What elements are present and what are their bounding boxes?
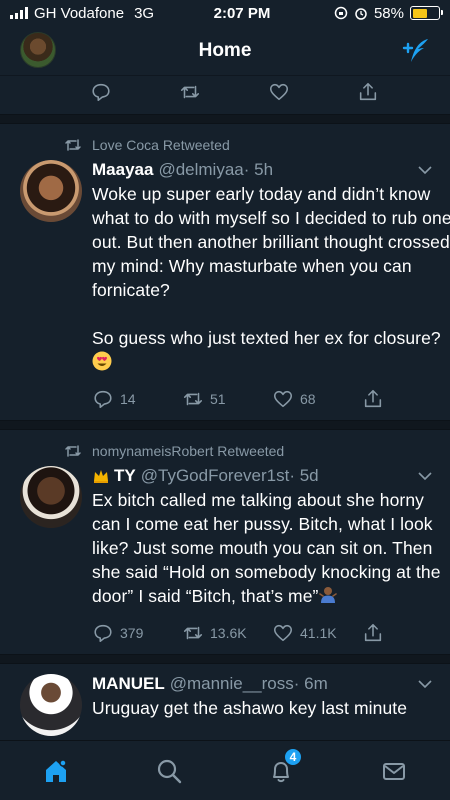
reply-count: 379	[120, 625, 144, 641]
previous-tweet-actions	[0, 78, 450, 106]
retweet-small-icon	[65, 445, 81, 457]
tweet-text-content: Woke up super early today and didn’t kno…	[92, 184, 450, 348]
heart-eyes-emoji-icon	[92, 351, 112, 371]
retweet-button[interactable]: 13.6K	[182, 622, 272, 644]
tweet-card[interactable]: MANUEL @mannie__ross · 6m Uruguay get th…	[0, 664, 450, 740]
share-button[interactable]	[323, 81, 412, 103]
alarm-icon	[355, 8, 367, 20]
tab-messages[interactable]	[338, 757, 450, 785]
reply-icon	[94, 390, 112, 409]
share-button[interactable]	[362, 622, 450, 644]
tab-notifications[interactable]: 4	[225, 746, 338, 785]
chevron-down-icon[interactable]	[418, 679, 432, 689]
author-name[interactable]: Maayaa	[92, 160, 153, 180]
page-title: Home	[198, 39, 252, 61]
retweet-icon	[180, 85, 199, 99]
tweet-header: TY @TyGodForever1st · 5d	[92, 464, 450, 488]
author-handle[interactable]: @TyGodForever1st	[141, 466, 290, 486]
tweet-card[interactable]: Love Coca Retweeted Maayaa @delmiyaa · 5…	[0, 124, 450, 420]
tweet-actions: 14 51 68	[92, 384, 450, 414]
chevron-down-icon[interactable]	[418, 165, 432, 175]
author-handle[interactable]: @mannie__ross	[170, 674, 294, 694]
reply-icon	[91, 83, 110, 102]
tweet-time: · 5d	[289, 466, 319, 485]
reply-button[interactable]: 14	[92, 388, 182, 410]
like-icon	[273, 390, 293, 408]
author-name[interactable]: TY	[114, 466, 136, 486]
like-count: 68	[300, 391, 316, 407]
feed-divider	[0, 420, 450, 430]
reply-icon	[94, 624, 112, 643]
rotation-lock-icon	[334, 6, 348, 20]
reply-button[interactable]	[56, 81, 145, 103]
shrug-emoji-icon	[319, 587, 338, 603]
retweet-count: 51	[210, 391, 226, 407]
crown-emoji-icon	[94, 470, 108, 483]
tweet-time: · 6m	[293, 674, 328, 693]
author-handle[interactable]: @delmiyaa	[158, 160, 243, 180]
status-right: 58%	[334, 4, 443, 22]
like-icon	[269, 83, 288, 101]
like-button[interactable]: 41.1K	[272, 622, 362, 644]
retweet-button[interactable]	[145, 81, 234, 103]
like-icon	[273, 624, 293, 642]
like-button[interactable]: 68	[272, 388, 362, 410]
chevron-down-icon[interactable]	[418, 471, 432, 481]
retweet-context: nomynameisRobert Retweeted	[20, 438, 430, 464]
share-icon	[364, 389, 382, 408]
like-button[interactable]	[234, 81, 323, 103]
tweet-actions: 379 13.6K 41.1K	[92, 618, 450, 648]
tab-search[interactable]	[113, 757, 226, 785]
author-name[interactable]: MANUEL	[92, 674, 165, 694]
retweet-small-icon	[65, 139, 81, 151]
home-icon	[46, 758, 67, 782]
avatar[interactable]	[20, 160, 82, 222]
signal-icon	[10, 7, 28, 19]
mail-icon	[382, 762, 405, 780]
search-icon	[157, 759, 181, 783]
retweet-icon	[183, 392, 203, 406]
avatar[interactable]	[20, 466, 82, 528]
share-icon	[364, 623, 382, 642]
tab-home[interactable]	[0, 757, 113, 785]
bottom-tab-bar: 4	[0, 740, 450, 800]
tweet-header: MANUEL @mannie__ross · 6m	[92, 672, 432, 696]
retweet-button[interactable]: 51	[182, 388, 272, 410]
status-left: GH Vodafone 3G	[10, 5, 180, 22]
feed-divider	[0, 654, 450, 664]
share-icon	[359, 82, 376, 101]
battery-icon	[410, 6, 443, 20]
battery-percent: 58%	[373, 4, 404, 22]
network-label: 3G	[134, 4, 155, 22]
retweet-count: 13.6K	[210, 625, 247, 641]
timeline-feed[interactable]: Love Coca Retweeted Maayaa @delmiyaa · 5…	[0, 76, 450, 740]
tweet-text: Uruguay get the ashawo key last minute	[92, 698, 408, 718]
tweet-text: Ex bitch called me talking about she hor…	[92, 488, 450, 608]
retweet-icon	[183, 626, 203, 640]
notifications-badge: 4	[283, 746, 303, 767]
top-nav-bar: Home	[0, 26, 450, 76]
avatar[interactable]	[20, 674, 82, 736]
tweet-card[interactable]: nomynameisRobert Retweeted TY @TyGodFore…	[0, 430, 450, 654]
tweet-text: Woke up super early today and didn’t kno…	[92, 182, 450, 374]
like-count: 41.1K	[300, 625, 337, 641]
profile-avatar[interactable]	[20, 32, 56, 68]
status-bar: GH Vodafone 3G 2:07 PM 58%	[0, 0, 450, 26]
tweet-time: · 5h	[243, 160, 274, 179]
tweet-text-content: Ex bitch called me talking about she hor…	[92, 490, 441, 606]
status-time: 2:07 PM	[213, 4, 271, 22]
retweet-context-label: nomynameisRobert Retweeted	[92, 443, 285, 459]
carrier-label: GH Vodafone	[34, 4, 125, 22]
tweet-header: Maayaa @delmiyaa · 5h	[92, 158, 450, 182]
reply-button[interactable]: 379	[92, 622, 182, 644]
feed-divider	[0, 114, 450, 124]
compose-tweet-icon[interactable]	[400, 36, 432, 66]
share-button[interactable]	[362, 388, 450, 410]
retweet-context: Love Coca Retweeted	[20, 132, 430, 158]
retweet-context-label: Love Coca Retweeted	[92, 137, 230, 153]
reply-count: 14	[120, 391, 136, 407]
